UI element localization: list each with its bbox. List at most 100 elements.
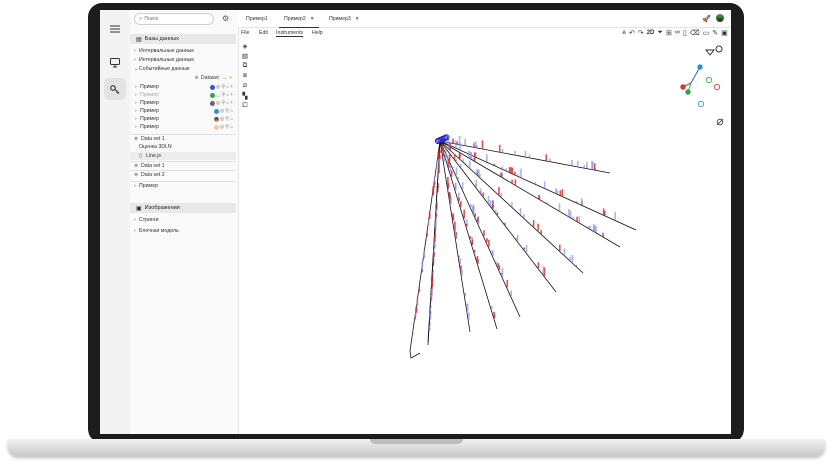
gear-icon[interactable]: ⚙ — [222, 14, 229, 23]
menu-file[interactable]: File — [241, 30, 249, 36]
lock-icon[interactable]: ⌂ — [226, 92, 229, 98]
color-dot[interactable] — [213, 108, 219, 114]
eraser-icon[interactable]: ⌫ — [690, 29, 700, 38]
hamburger-icon[interactable] — [104, 18, 126, 40]
filter-icon[interactable]: ⚲ — [221, 100, 225, 106]
eye-icon[interactable]: ◎ — [220, 108, 224, 114]
section-images[interactable]: ▣ Изображения — [130, 203, 236, 213]
eye-icon[interactable]: ◎ — [220, 124, 224, 130]
monitor-icon[interactable] — [104, 51, 126, 73]
lock-icon[interactable]: ⌂ — [230, 124, 233, 130]
funnel-icon[interactable] — [704, 49, 716, 56]
image-icon[interactable]: ▣ — [721, 29, 728, 38]
assay-bar — [436, 161, 438, 169]
undo-icon[interactable]: ↶ — [629, 29, 635, 38]
filter-icon[interactable]: ⚲ — [221, 84, 225, 90]
assay-bar — [447, 139, 450, 148]
assay-bar — [496, 212, 499, 215]
tree-strings[interactable]: › Стринги — [130, 216, 236, 224]
close-icon[interactable]: × — [311, 16, 314, 22]
eye-icon[interactable]: ◎ — [216, 100, 220, 106]
example-leaf-row[interactable]: › Пример — [130, 181, 236, 190]
example-row[interactable]: › Пример ◎ ⚲ ⌂ — [130, 123, 236, 131]
dataset-row[interactable]: ⊜ Dataset → + — [130, 74, 236, 82]
plus-icon[interactable]: + — [230, 84, 233, 90]
eye-off-icon[interactable]: ◡ — [216, 92, 220, 98]
tab-label: Пример3 — [329, 15, 351, 22]
tab-example1[interactable]: Пример1 — [241, 10, 273, 27]
eye-icon[interactable]: ◎ — [220, 116, 224, 122]
close-icon[interactable]: × — [356, 16, 359, 22]
section-databases[interactable]: ▤ Базы данных — [130, 34, 236, 44]
document-icon[interactable]: ▯ — [683, 29, 687, 38]
assay-bar — [463, 209, 465, 219]
link-icon[interactable]: ∞ — [675, 29, 680, 38]
assay-bar — [594, 168, 596, 170]
dataset-1b-row[interactable]: ⊜ Data set 1 — [130, 161, 236, 170]
filter-icon[interactable]: ⚲ — [225, 108, 229, 114]
dataset-1-row[interactable]: ⊜ Data set 1 — [130, 134, 236, 143]
lock-icon[interactable]: ⌂ — [230, 108, 233, 114]
rocket-icon[interactable]: 🚀 — [702, 15, 711, 23]
key-icon[interactable] — [104, 78, 126, 100]
plus-icon[interactable]: + — [230, 100, 233, 106]
example-row[interactable]: › Пример ◡ ⚲ ⌂ + — [130, 91, 236, 99]
filter-icon[interactable]: ⏷ — [657, 29, 663, 38]
eye-icon[interactable]: ◎ — [216, 84, 220, 90]
assay-bar — [433, 182, 436, 185]
example-row[interactable]: › Пример ◎ ⚲ ⌂ + — [130, 83, 236, 91]
hide-icon[interactable] — [716, 118, 724, 126]
assay-bar — [454, 182, 457, 190]
lock-icon[interactable]: ⌂ — [226, 84, 229, 90]
tab-example3[interactable]: Пример3 × — [324, 10, 364, 27]
drillhole-trace — [409, 350, 421, 359]
add-layer-icon[interactable]: ⊞ — [666, 29, 672, 38]
color-dot[interactable] — [210, 100, 215, 106]
color-dot[interactable] — [210, 84, 215, 90]
toolbar: ⩓ ↶ ↷ 2D ⏷ ⊞ ∞ ▯ ⌫ ▭ ✎ ▣ ↻ ◎ — [622, 29, 731, 38]
tree-interval-2[interactable]: › Интервальные данные — [130, 56, 236, 64]
redo-icon[interactable]: ↷ — [638, 29, 644, 38]
assay-bar — [449, 165, 452, 173]
viewport-3d[interactable] — [248, 40, 731, 434]
example-row[interactable]: › Пример ◎ ⚲ ⌂ + — [130, 99, 236, 107]
example-row[interactable]: › Пример ◎ ⚲ ⌂ — [130, 115, 236, 123]
assay-bar — [464, 138, 466, 146]
arrow-right-icon[interactable]: → — [222, 75, 227, 81]
comment-icon[interactable]: ▭ — [703, 29, 710, 38]
search-box[interactable]: ⌕ — [134, 13, 214, 25]
assay-bar — [449, 147, 452, 150]
settings-icon[interactable] — [715, 45, 723, 53]
estimate-row[interactable]: Оценка 3DLN — [130, 143, 236, 151]
assay-bar — [455, 140, 457, 148]
tree-block-model[interactable]: › Блочная модель — [130, 227, 236, 235]
assay-bar — [571, 255, 574, 263]
assay-bar — [591, 160, 593, 170]
avatar[interactable] — [716, 14, 724, 22]
linejs-row[interactable]: ▯ Line.js — [130, 152, 236, 160]
color-dot[interactable] — [213, 116, 219, 122]
tree-interval-1[interactable]: › Интервальные данные — [130, 47, 236, 55]
search-input[interactable] — [144, 16, 205, 22]
ruler-icon[interactable]: ⩓ — [622, 29, 626, 38]
pencil-icon[interactable]: ✎ — [712, 29, 718, 38]
axis-gizmo[interactable] — [680, 64, 721, 108]
plus-icon[interactable]: + — [229, 75, 232, 81]
filter-icon[interactable]: ⚲ — [225, 116, 229, 122]
color-dot[interactable] — [213, 124, 219, 130]
dataset-2-row[interactable]: ⊜ Data set 2 — [130, 170, 236, 179]
mode-2d-button[interactable]: 2D — [647, 29, 655, 38]
menu-edit[interactable]: Edit — [259, 30, 268, 36]
tab-example2[interactable]: Пример2 × — [279, 10, 319, 28]
color-dot[interactable] — [210, 92, 215, 98]
lock-icon[interactable]: ⌂ — [230, 116, 233, 122]
filter-icon[interactable]: ⚲ — [221, 92, 225, 98]
lock-icon[interactable]: ⌂ — [226, 100, 229, 106]
example-row[interactable]: › Пример ◎ ⚲ ⌂ — [130, 107, 236, 115]
tree-events[interactable]: ⌄ Событийные данные — [130, 65, 236, 73]
menu-instruments[interactable]: Instruments — [276, 30, 304, 37]
menu-help[interactable]: Help — [312, 30, 323, 36]
assay-bar — [537, 262, 540, 268]
plus-icon[interactable]: + — [230, 92, 233, 98]
filter-icon[interactable]: ⚲ — [225, 124, 229, 130]
